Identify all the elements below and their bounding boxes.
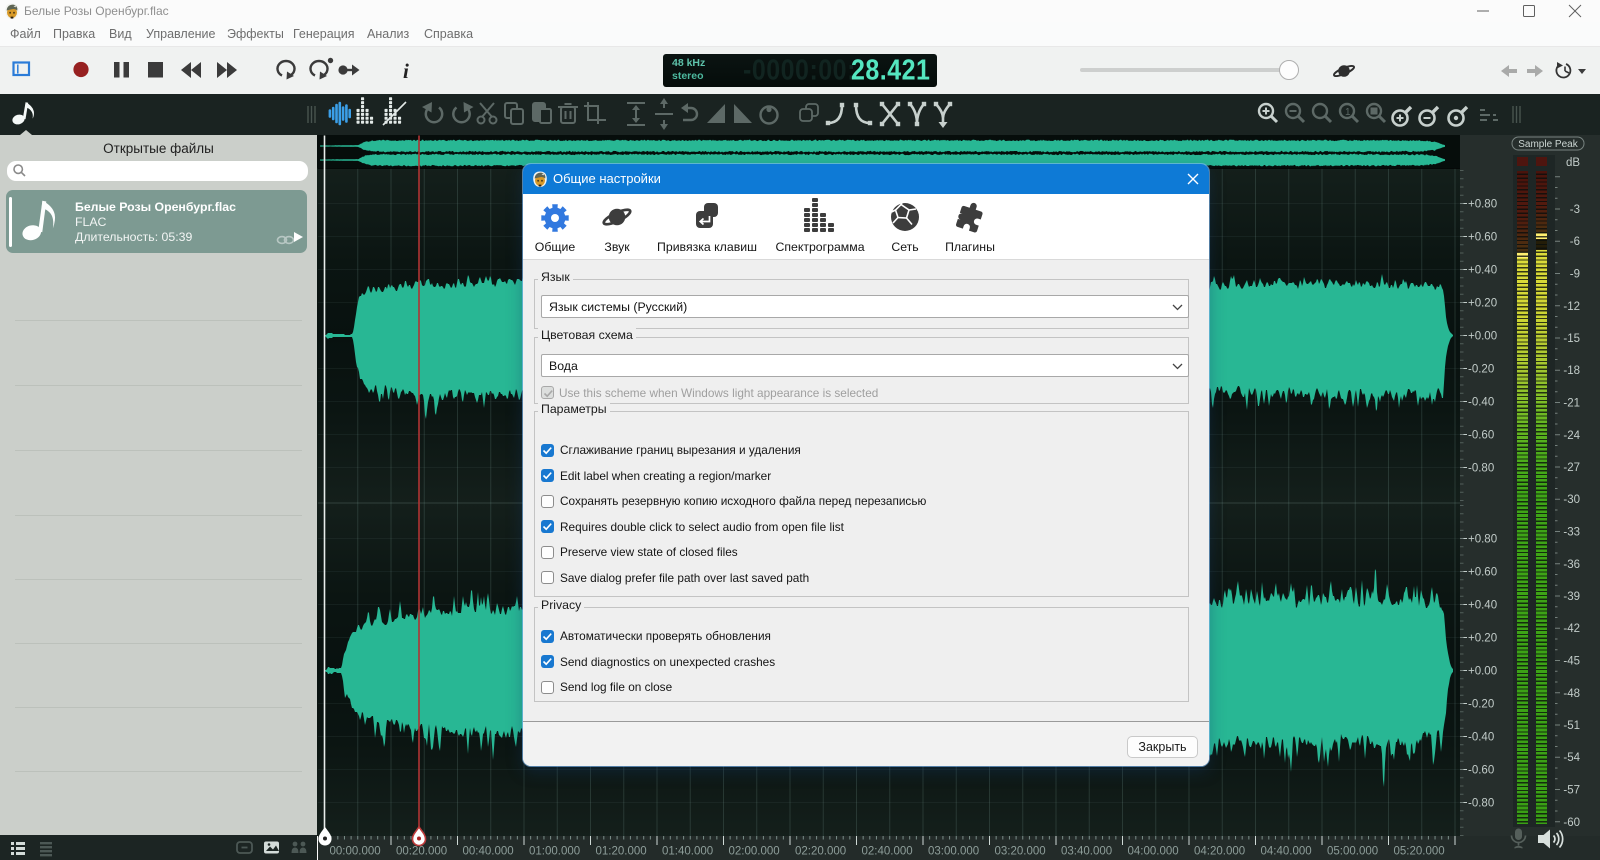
svg-text:+0.40: +0.40 bbox=[1468, 264, 1497, 276]
svg-text:05:20.000: 05:20.000 bbox=[1394, 846, 1445, 858]
svg-text:-30: -30 bbox=[1563, 494, 1580, 506]
svg-text:05:00.000: 05:00.000 bbox=[1327, 846, 1378, 858]
svg-text:-0.20: -0.20 bbox=[1468, 363, 1494, 375]
svg-text:-21: -21 bbox=[1563, 397, 1580, 409]
svg-text:01:20.000: 01:20.000 bbox=[596, 846, 647, 858]
svg-text:+0.00: +0.00 bbox=[1468, 330, 1497, 342]
svg-text:-0.40: -0.40 bbox=[1468, 396, 1494, 408]
svg-text:-3: -3 bbox=[1570, 204, 1580, 216]
svg-text:-33: -33 bbox=[1563, 526, 1580, 538]
svg-text:03:00.000: 03:00.000 bbox=[928, 846, 979, 858]
svg-text:-0.40: -0.40 bbox=[1468, 731, 1494, 743]
svg-text:1: 1 bbox=[1345, 107, 1351, 118]
svg-text:+0.20: +0.20 bbox=[1468, 632, 1497, 644]
svg-text:00:40.000: 00:40.000 bbox=[463, 846, 514, 858]
svg-text:01:40.000: 01:40.000 bbox=[662, 846, 713, 858]
svg-text:+0.40: +0.40 bbox=[1468, 599, 1497, 611]
svg-text:+0.80: +0.80 bbox=[1468, 533, 1497, 545]
svg-text:Сеть: Сеть bbox=[891, 240, 918, 254]
svg-text:-45: -45 bbox=[1563, 655, 1580, 667]
svg-text:04:40.000: 04:40.000 bbox=[1261, 846, 1312, 858]
svg-text:02:00.000: 02:00.000 bbox=[729, 846, 780, 858]
svg-text:-0.80: -0.80 bbox=[1468, 797, 1494, 809]
svg-text:-0.60: -0.60 bbox=[1468, 429, 1494, 441]
svg-text:-0.80: -0.80 bbox=[1468, 462, 1494, 474]
svg-text:-15: -15 bbox=[1563, 333, 1580, 345]
svg-text:03:40.000: 03:40.000 bbox=[1061, 846, 1112, 858]
svg-text:+0.80: +0.80 bbox=[1468, 198, 1497, 210]
svg-text:-0.20: -0.20 bbox=[1468, 698, 1494, 710]
svg-text:Плагины: Плагины bbox=[945, 240, 995, 254]
svg-text:-51: -51 bbox=[1563, 720, 1580, 732]
svg-text:-36: -36 bbox=[1563, 558, 1580, 570]
svg-text:03:20.000: 03:20.000 bbox=[995, 846, 1046, 858]
svg-text:-9: -9 bbox=[1570, 268, 1580, 280]
svg-text:02:40.000: 02:40.000 bbox=[862, 846, 913, 858]
svg-text:Sample Peak: Sample Peak bbox=[1518, 139, 1578, 150]
svg-text:Звук: Звук bbox=[604, 240, 630, 254]
svg-text:-24: -24 bbox=[1563, 429, 1580, 441]
svg-text:02:20.000: 02:20.000 bbox=[795, 846, 846, 858]
svg-text:-12: -12 bbox=[1563, 300, 1580, 312]
svg-text:04:00.000: 04:00.000 bbox=[1128, 846, 1179, 858]
svg-text:-0.60: -0.60 bbox=[1468, 764, 1494, 776]
svg-text:-57: -57 bbox=[1563, 784, 1580, 796]
svg-text:i: i bbox=[403, 59, 409, 83]
svg-text:Общие: Общие bbox=[535, 240, 576, 254]
svg-text:-42: -42 bbox=[1563, 623, 1580, 635]
svg-text:+0.60: +0.60 bbox=[1468, 231, 1497, 243]
svg-text:+0.60: +0.60 bbox=[1468, 566, 1497, 578]
svg-text:-48: -48 bbox=[1563, 687, 1580, 699]
svg-text:-27: -27 bbox=[1563, 462, 1580, 474]
svg-text:-18: -18 bbox=[1563, 365, 1580, 377]
svg-text:-54: -54 bbox=[1563, 752, 1580, 764]
svg-text:-6: -6 bbox=[1570, 236, 1580, 248]
svg-text:01:00.000: 01:00.000 bbox=[529, 846, 580, 858]
svg-text:-39: -39 bbox=[1563, 591, 1580, 603]
svg-text:dB: dB bbox=[1566, 157, 1580, 169]
svg-text:+0.00: +0.00 bbox=[1468, 665, 1497, 677]
svg-text:04:20.000: 04:20.000 bbox=[1194, 846, 1245, 858]
svg-text:+0.20: +0.20 bbox=[1468, 297, 1497, 309]
svg-text:Спектрограмма: Спектрограмма bbox=[775, 240, 864, 254]
svg-text:Привязка клавиш: Привязка клавиш bbox=[657, 240, 757, 254]
